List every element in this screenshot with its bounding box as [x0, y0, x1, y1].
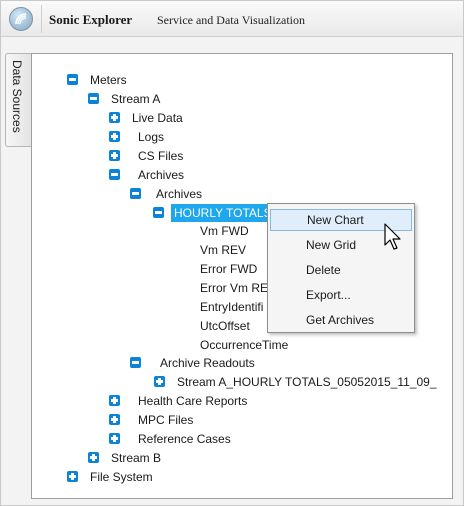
- collapse-toggle-icon[interactable]: [153, 207, 164, 218]
- tree-label: Archives: [156, 187, 203, 201]
- collapse-toggle-icon[interactable]: [109, 169, 120, 180]
- expand-toggle-icon[interactable]: [109, 112, 120, 123]
- title-separator: [41, 5, 42, 33]
- tree-label: Meters: [90, 73, 127, 87]
- tree-label: Stream A_HOURLY TOTALS_05052015_11_09_: [177, 375, 437, 389]
- expand-toggle-icon[interactable]: [67, 471, 78, 482]
- tree-label: Archives: [138, 168, 185, 182]
- title-bar: Sonic Explorer Service and Data Visualiz…: [1, 1, 463, 37]
- tree-label: OccurrenceTime: [200, 338, 289, 352]
- app-logo-icon: [9, 7, 33, 31]
- mouse-pointer-icon: [384, 223, 401, 250]
- collapse-toggle-icon[interactable]: [130, 188, 141, 199]
- tree-label: UtcOffset: [200, 319, 250, 333]
- tree-label: MPC Files: [138, 413, 194, 427]
- tree-label: Reference Cases: [138, 432, 231, 446]
- menu-item-delete[interactable]: Delete: [270, 259, 412, 281]
- tree-label: Logs: [138, 130, 165, 144]
- tree-label: EntryIdentifi: [200, 300, 264, 314]
- menu-item-get-archives[interactable]: Get Archives: [270, 309, 412, 331]
- tree-label: Stream B: [111, 451, 162, 465]
- expand-toggle-icon[interactable]: [109, 433, 120, 444]
- tree-label: Stream A: [111, 92, 161, 106]
- app-name: Sonic Explorer: [49, 12, 133, 27]
- tree-label: Live Data: [132, 111, 183, 125]
- expand-toggle-icon[interactable]: [109, 131, 120, 142]
- collapse-toggle-icon[interactable]: [88, 93, 99, 104]
- tree-label-selected: HOURLY TOTALS: [171, 204, 275, 222]
- collapse-toggle-icon[interactable]: [130, 357, 141, 368]
- expand-toggle-icon[interactable]: [154, 376, 165, 387]
- tree-label: Health Care Reports: [138, 394, 248, 408]
- tab-data-sources-label: Data Sources: [10, 60, 24, 133]
- tab-data-sources[interactable]: Data Sources: [5, 53, 31, 147]
- app-subtitle: Service and Data Visualization: [157, 13, 306, 27]
- expand-toggle-icon[interactable]: [109, 395, 120, 406]
- tree-label: Archive Readouts: [160, 356, 255, 370]
- collapse-toggle-icon[interactable]: [67, 74, 78, 85]
- tree-label: Error Vm RE: [200, 281, 269, 295]
- expand-toggle-icon[interactable]: [109, 414, 120, 425]
- expand-toggle-icon[interactable]: [88, 452, 99, 463]
- tree-label: Vm REV: [200, 243, 247, 257]
- tree-label: Vm FWD: [200, 224, 249, 238]
- expand-toggle-icon[interactable]: [109, 150, 120, 161]
- menu-item-export[interactable]: Export...: [270, 284, 412, 306]
- tree-label: CS Files: [138, 149, 184, 163]
- tree-label: Error FWD: [200, 262, 258, 276]
- tree-label: File System: [90, 470, 153, 484]
- app-window: Sonic Explorer Service and Data Visualiz…: [0, 0, 464, 506]
